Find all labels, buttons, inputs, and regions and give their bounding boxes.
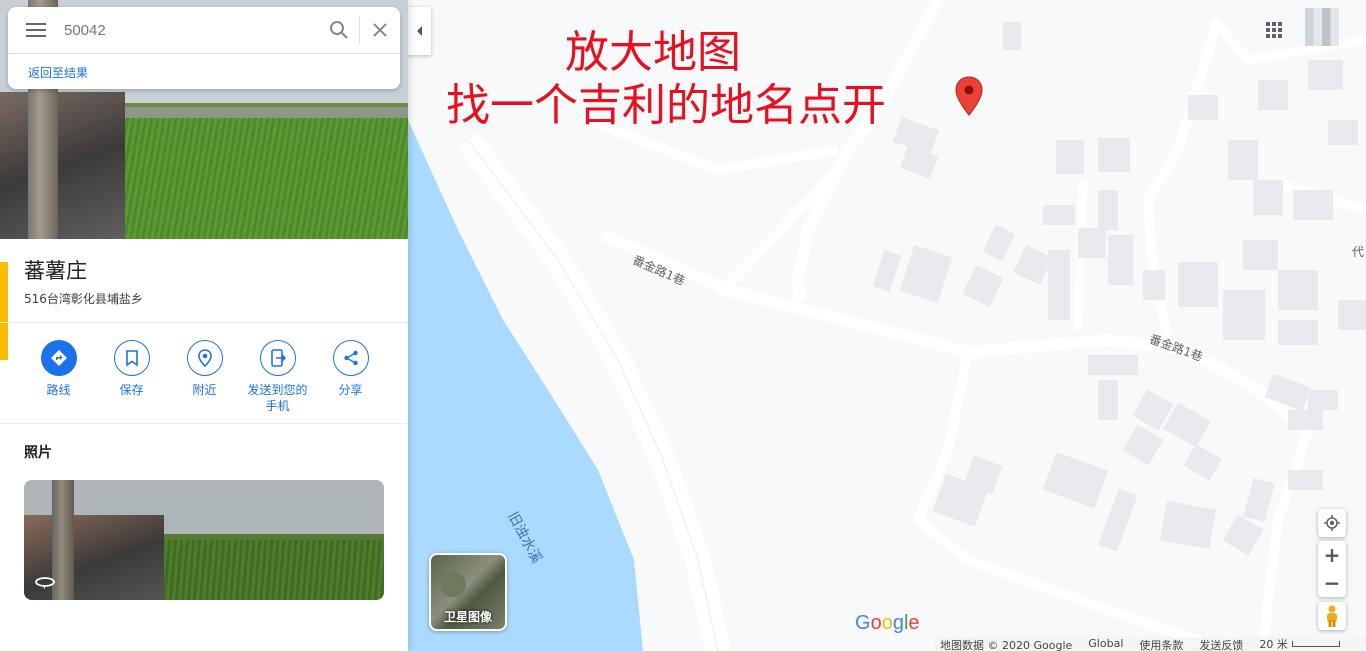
terms-link[interactable]: 使用条款 xyxy=(1139,637,1183,651)
photos-heading: 照片 xyxy=(24,445,52,461)
google-logo: Google xyxy=(855,612,920,634)
divider xyxy=(0,322,408,323)
nearby-label: 附近 xyxy=(192,383,217,397)
nearby-button[interactable]: 附近 xyxy=(168,340,241,414)
zoom-control: + − xyxy=(1318,541,1346,597)
satellite-label: 卫星图像 xyxy=(443,610,492,624)
nearby-icon xyxy=(197,349,212,367)
annotation-line-2: 找一个吉利的地名点开 xyxy=(446,80,886,131)
zoom-out-button[interactable]: − xyxy=(1318,569,1346,597)
satellite-toggle[interactable]: 卫星图像 xyxy=(429,553,507,631)
menu-icon[interactable] xyxy=(8,7,64,54)
zoom-in-button[interactable]: + xyxy=(1318,541,1346,569)
location-pin-icon[interactable] xyxy=(954,76,984,116)
place-accent-bar xyxy=(0,262,8,360)
photo-thumbnail[interactable] xyxy=(24,480,384,600)
my-location-button[interactable] xyxy=(1318,509,1346,537)
map-canvas[interactable]: 放大地图 找一个吉利的地名点开 番金路1巷 番金路1巷 旧浊水溪 代 卫星图像 … xyxy=(408,0,1366,651)
collapse-panel-button[interactable] xyxy=(408,7,431,55)
account-avatar[interactable] xyxy=(1305,8,1339,46)
region-link[interactable]: Global xyxy=(1088,637,1123,651)
bookmark-icon xyxy=(125,350,138,366)
directions-label: 路线 xyxy=(46,383,71,397)
pegman-icon xyxy=(1327,605,1337,627)
caret-left-icon xyxy=(416,26,422,36)
map-footer: 地图数据 © 2020 Google Global 使用条款 发送反馈 20 米 xyxy=(934,637,1366,651)
street-view-pegman[interactable] xyxy=(1318,602,1346,630)
map-data-attribution: 地图数据 © 2020 Google xyxy=(940,639,1073,651)
divider xyxy=(0,423,408,424)
save-button[interactable]: 保存 xyxy=(95,340,168,414)
buildings xyxy=(872,22,1366,556)
share-button[interactable]: 分享 xyxy=(314,340,387,414)
side-panel: 返回至结果 蕃薯庄 516台湾彰化县埔盐乡 路线 保存 附近 xyxy=(0,0,408,651)
annotation-line-1: 放大地图 xyxy=(565,27,741,78)
feedback-link[interactable]: 发送反馈 xyxy=(1199,637,1243,651)
send-to-phone-label: 发送到您的手机 xyxy=(247,383,308,413)
send-to-phone-button[interactable]: 发送到您的手机 xyxy=(241,340,314,414)
directions-button[interactable]: 路线 xyxy=(22,340,95,414)
search-box: 返回至结果 xyxy=(8,7,400,89)
scale-bar[interactable]: 20 米 xyxy=(1259,637,1340,651)
search-icon[interactable] xyxy=(319,7,359,54)
place-name: 蕃薯庄 xyxy=(24,259,87,283)
crosshair-icon xyxy=(1324,515,1340,531)
apps-grid-icon[interactable] xyxy=(1264,20,1284,40)
action-bar: 路线 保存 附近 发送到您的手机 分享 xyxy=(22,340,387,414)
back-to-results-link[interactable]: 返回至结果 xyxy=(8,54,400,81)
panorama-360-icon xyxy=(35,577,55,589)
send-to-phone-icon xyxy=(270,349,286,367)
share-icon xyxy=(343,350,358,366)
share-label: 分享 xyxy=(338,383,363,397)
save-label: 保存 xyxy=(119,383,144,397)
search-input[interactable] xyxy=(64,21,319,39)
place-address: 516台湾彰化县埔盐乡 xyxy=(24,292,143,306)
edge-place-label: 代 xyxy=(1352,245,1365,259)
directions-icon xyxy=(50,350,67,366)
close-icon[interactable] xyxy=(360,7,400,54)
